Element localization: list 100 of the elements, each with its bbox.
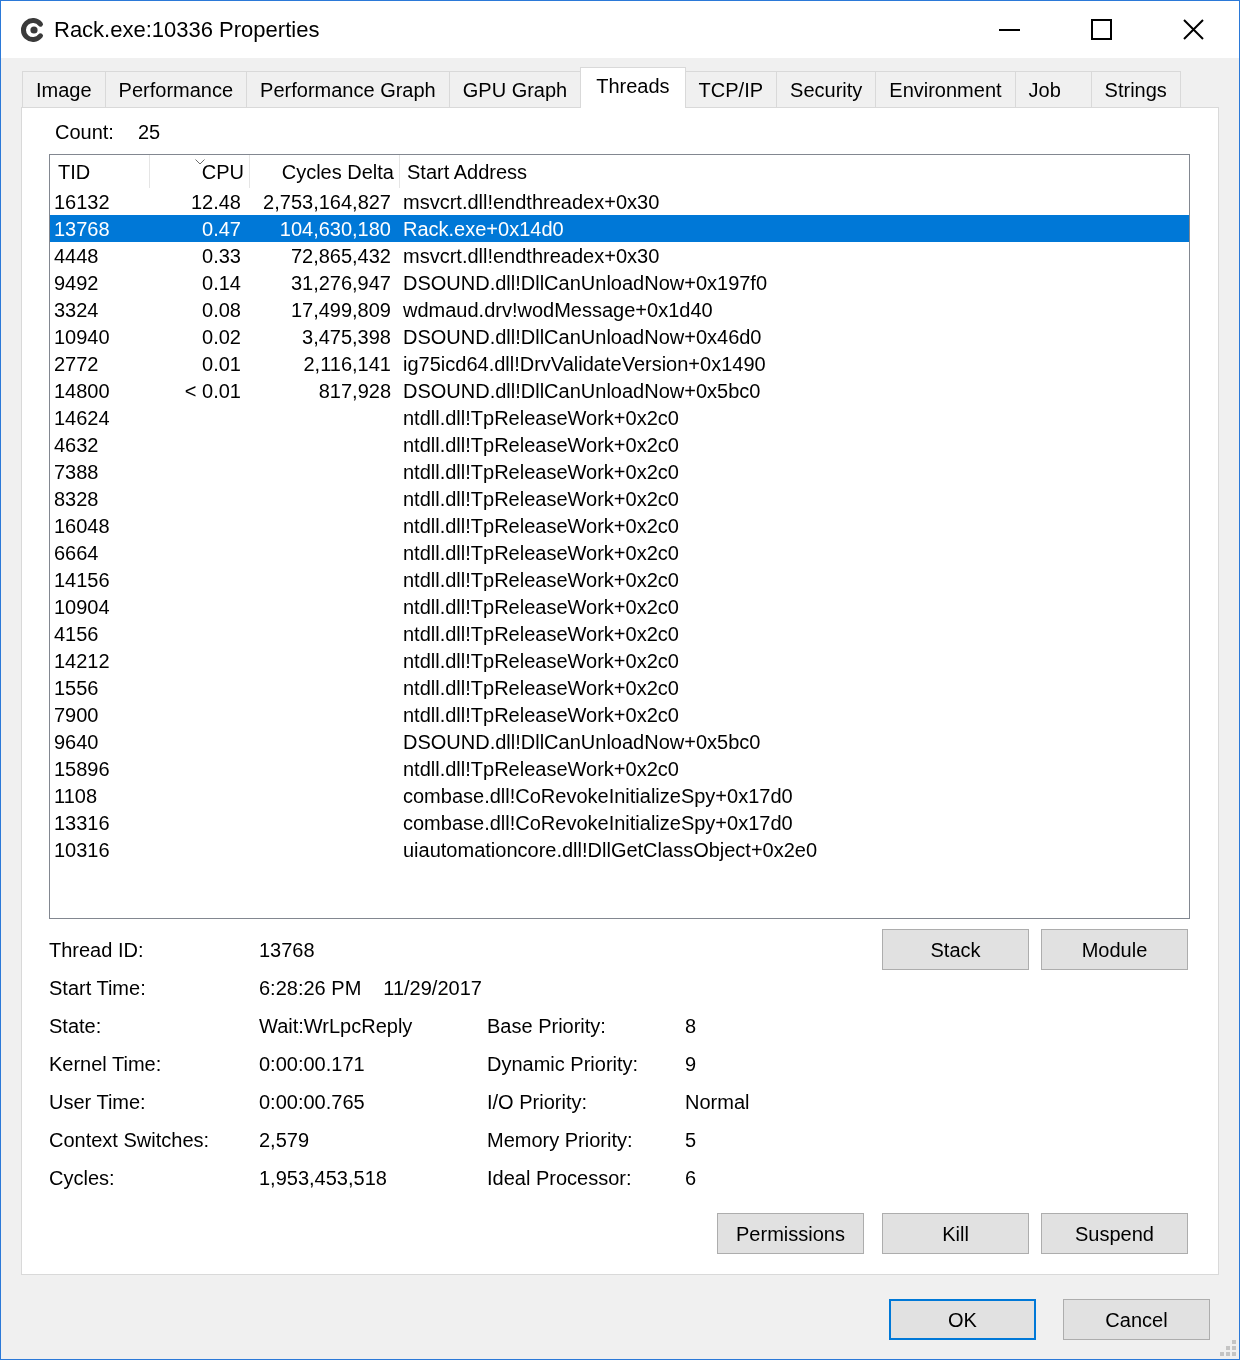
field-label: Cycles:: [49, 1166, 116, 1191]
table-cell-text: 10904: [54, 594, 110, 620]
thread-row[interactable]: 2772 0.01 2,116,141 ig75icd64.dll!DrvValidateVersion+0x1490: [50, 350, 1189, 377]
table-cell-text: 10316: [54, 837, 110, 863]
table-cell-text: ntdll.dll!TpReleaseWork+0x2c0: [403, 432, 679, 458]
table-cell-text: 4632: [54, 432, 99, 458]
field-value: 13768: [259, 938, 315, 963]
table-cell-text: ntdll.dll!TpReleaseWork+0x2c0: [403, 675, 679, 701]
thread-row[interactable]: 6664 ntdll.dll!TpReleaseWork+0x2c0: [50, 539, 1189, 566]
table-cell-text: ntdll.dll!TpReleaseWork+0x2c0: [403, 702, 679, 728]
table-cell-text: 31,276,947: [290, 270, 391, 296]
table-cell-text: 10940: [54, 324, 110, 350]
thread-row[interactable]: 14156 ntdll.dll!TpReleaseWork+0x2c0: [50, 566, 1189, 593]
kill-button[interactable]: Kill: [882, 1213, 1029, 1254]
field-value: 0:00:00.765: [259, 1090, 365, 1115]
table-cell-text: 9492: [54, 270, 99, 296]
thread-row[interactable]: 4448 0.33 72,865,432 msvcrt.dll!endthreadex+0x30: [50, 242, 1189, 269]
field-label: Dynamic Priority:: [487, 1052, 640, 1077]
table-cell-text: 72,865,432: [290, 243, 391, 269]
table-cell-text: uiautomationcore.dll!DllGetClassObject+0x2e0: [403, 837, 818, 863]
close-icon: [1182, 19, 1204, 40]
tab[interactable]: Threads: [580, 67, 686, 108]
table-cell-text: 14800: [54, 378, 110, 404]
thread-row[interactable]: 9492 0.14 31,276,947 DSOUND.dll!DllCanUnloadNow+0x197f0: [50, 269, 1189, 296]
table-cell-text: wdmaud.drv!wodMessage+0x1d40: [403, 297, 713, 323]
thread-row[interactable]: 7388 ntdll.dll!TpReleaseWork+0x2c0: [50, 458, 1189, 485]
suspend-button[interactable]: Suspend: [1041, 1213, 1188, 1254]
table-cell-text: 13768: [54, 216, 110, 242]
field-label: State:: [49, 1014, 103, 1039]
table-cell-text: 16048: [54, 513, 110, 539]
field-label: Memory Priority:: [487, 1128, 634, 1153]
table-cell-text: 817,928: [318, 378, 391, 404]
app-logo-icon: [20, 16, 46, 43]
table-cell-text: 7900: [54, 702, 99, 728]
table-cell-text: 2772: [54, 351, 99, 377]
table-cell-text: combase.dll!CoRevokeInitializeSpy+0x17d0: [403, 810, 793, 836]
column-header[interactable]: CPU: [150, 155, 250, 188]
table-cell-text: < 0.01: [184, 378, 241, 404]
field-value: 2,579: [259, 1128, 310, 1153]
thread-row[interactable]: 14624 ntdll.dll!TpReleaseWork+0x2c0: [50, 404, 1189, 431]
table-cell-text: 4156: [54, 621, 99, 647]
table-cell-text: 17,499,809: [290, 297, 391, 323]
field-value: 6: [685, 1166, 697, 1191]
field-value: 6:28:26 PM: [259, 976, 362, 1001]
table-cell-text: 14624: [54, 405, 110, 431]
thread-row[interactable]: 7900 ntdll.dll!TpReleaseWork+0x2c0: [50, 701, 1189, 728]
thread-row[interactable]: 9640 DSOUND.dll!DllCanUnloadNow+0x5bc0: [50, 728, 1189, 755]
table-cell-text: 7388: [54, 459, 99, 485]
thread-row[interactable]: 13768 0.47 104,630,180 Rack.exe+0x14d0: [50, 215, 1189, 242]
thread-row[interactable]: 4632 ntdll.dll!TpReleaseWork+0x2c0: [50, 431, 1189, 458]
thread-row[interactable]: 16132 12.48 2,753,164,827 msvcrt.dll!endthreadex+0x30: [50, 188, 1189, 215]
table-cell-text: 14212: [54, 648, 110, 674]
field-value: 11/29/2017: [383, 976, 482, 1001]
table-cell-text: 9640: [54, 729, 99, 755]
thread-row[interactable]: 1556 ntdll.dll!TpReleaseWork+0x2c0: [50, 674, 1189, 701]
field-label: Thread ID:: [49, 938, 145, 963]
resize-grip-icon: [1220, 1340, 1236, 1356]
table-cell-text: ntdll.dll!TpReleaseWork+0x2c0: [403, 405, 679, 431]
thread-row[interactable]: 10940 0.02 3,475,398 DSOUND.dll!DllCanUnloadNow+0x46d0: [50, 323, 1189, 350]
table-cell-text: DSOUND.dll!DllCanUnloadNow+0x5bc0: [403, 378, 761, 404]
minimize-icon: [998, 28, 1020, 31]
permissions-button[interactable]: Permissions: [717, 1213, 864, 1254]
thread-row[interactable]: 16048 ntdll.dll!TpReleaseWork+0x2c0: [50, 512, 1189, 539]
thread-row[interactable]: 10316 uiautomationcore.dll!DllGetClassObject+0x2e0: [50, 836, 1189, 863]
table-cell-text: ntdll.dll!TpReleaseWork+0x2c0: [403, 594, 679, 620]
table-cell-text: 13316: [54, 810, 110, 836]
thread-row[interactable]: 8328 ntdll.dll!TpReleaseWork+0x2c0: [50, 485, 1189, 512]
thread-row[interactable]: 13316 combase.dll!CoRevokeInitializeSpy+0x17d0: [50, 809, 1189, 836]
tab[interactable]: Strings: [1090, 71, 1181, 107]
table-cell-text: ntdll.dll!TpReleaseWork+0x2c0: [403, 648, 679, 674]
cancel-button[interactable]: Cancel: [1063, 1299, 1210, 1340]
field-label: Ideal Processor:: [487, 1166, 633, 1191]
ok-button[interactable]: OK: [889, 1299, 1036, 1340]
field-label: User Time:: [49, 1090, 147, 1115]
table-cell-text: 8328: [54, 486, 99, 512]
column-header[interactable]: Cycles Delta: [250, 155, 400, 188]
thread-row[interactable]: 14212 ntdll.dll!TpReleaseWork+0x2c0: [50, 647, 1189, 674]
count-label: Count:: [55, 120, 114, 145]
stack-button[interactable]: Stack: [882, 929, 1029, 970]
table-cell-text: 0.33: [202, 243, 241, 269]
table-cell-text: 0.14: [202, 270, 241, 296]
field-value: Normal: [685, 1090, 750, 1115]
column-header[interactable]: TID: [50, 155, 150, 188]
column-header[interactable]: Start Address: [400, 155, 1189, 188]
thread-row[interactable]: 14800 < 0.01 817,928 DSOUND.dll!DllCanUnloadNow+0x5bc0: [50, 377, 1189, 404]
thread-row[interactable]: 15896 ntdll.dll!TpReleaseWork+0x2c0: [50, 755, 1189, 782]
table-cell-text: ig75icd64.dll!DrvValidateVersion+0x1490: [403, 351, 766, 377]
thread-row[interactable]: 3324 0.08 17,499,809 wdmaud.drv!wodMessage+0x1d40: [50, 296, 1189, 323]
field-label: Start Time:: [49, 976, 147, 1001]
field-value: 5: [685, 1128, 697, 1153]
table-cell-text: 0.47: [202, 216, 241, 242]
thread-row[interactable]: 4156 ntdll.dll!TpReleaseWork+0x2c0: [50, 620, 1189, 647]
thread-row[interactable]: 10904 ntdll.dll!TpReleaseWork+0x2c0: [50, 593, 1189, 620]
tab[interactable]: Image: [22, 71, 106, 107]
table-cell-text: 15896: [54, 756, 110, 782]
table-cell-text: ntdll.dll!TpReleaseWork+0x2c0: [403, 621, 679, 647]
table-cell-text: ntdll.dll!TpReleaseWork+0x2c0: [403, 486, 679, 512]
thread-row[interactable]: 1108 combase.dll!CoRevokeInitializeSpy+0x17d0: [50, 782, 1189, 809]
table-cell-text: 1108: [54, 783, 97, 809]
module-button[interactable]: Module: [1041, 929, 1188, 970]
